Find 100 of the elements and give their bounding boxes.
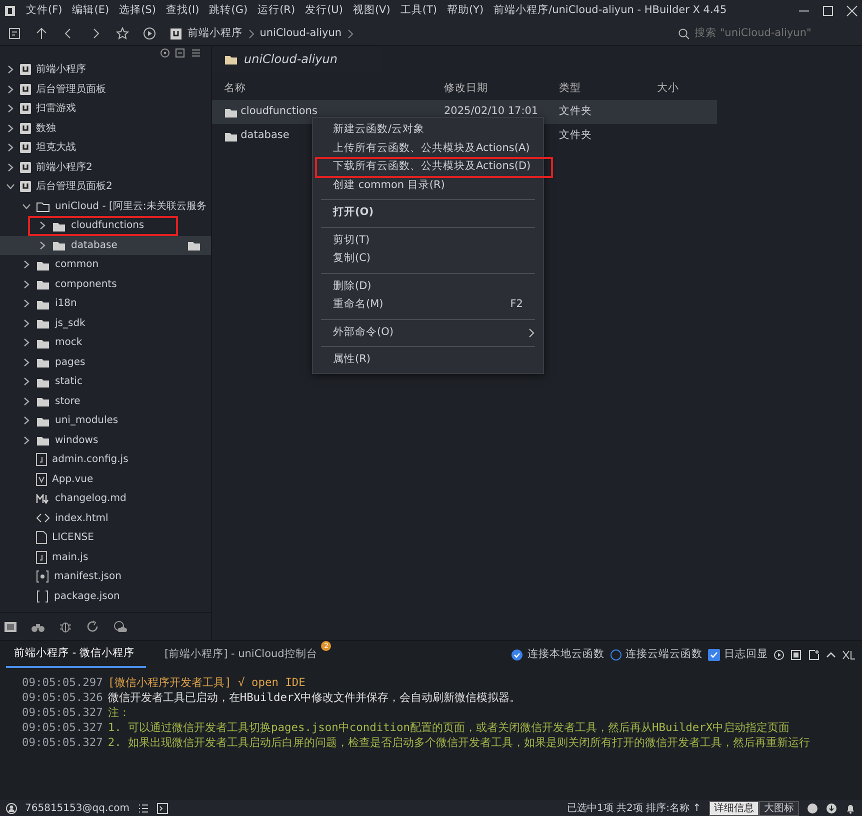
tree-item[interactable]: js_sdk — [55, 316, 86, 331]
terminal-icon[interactable] — [156, 802, 168, 814]
menu-item[interactable]: 选择(S) — [119, 3, 156, 19]
menu-item[interactable]: 发行(U) — [305, 3, 343, 19]
checkbox-checked-icon[interactable] — [708, 649, 720, 661]
menu-option[interactable]: 外部命令(O) — [313, 324, 543, 342]
close-icon[interactable] — [844, 4, 859, 18]
radio-icon[interactable] — [610, 649, 622, 661]
menu-item[interactable]: 文件(F) — [26, 3, 62, 19]
stop-icon[interactable] — [790, 649, 802, 661]
tree-item[interactable]: common — [55, 257, 99, 272]
tree-item[interactable]: admin.config.js — [52, 452, 128, 468]
chevron-right-icon[interactable] — [6, 124, 15, 133]
menu-option[interactable]: 下载所有云函数、公共模块及Actions(D) — [316, 158, 552, 176]
tree-item[interactable]: database — [71, 238, 118, 253]
refresh-icon[interactable] — [86, 620, 99, 633]
chevron-right-icon[interactable] — [6, 65, 15, 74]
chevron-right-icon[interactable] — [38, 240, 47, 250]
option-label[interactable]: 连接云端云函数 — [610, 647, 702, 663]
maximize-icon[interactable] — [820, 4, 835, 18]
bell-icon[interactable] — [845, 802, 856, 814]
option-label[interactable]: 连接本地云函数 — [511, 647, 604, 663]
chevron-right-icon[interactable] — [22, 436, 31, 445]
column-header[interactable]: 类型 — [559, 81, 657, 97]
tree-item[interactable]: main.js — [52, 550, 88, 565]
tree-item[interactable]: 后台管理员面板2 — [36, 179, 112, 194]
file-list-icon[interactable] — [4, 620, 17, 632]
collapse-icon[interactable] — [175, 48, 186, 58]
search-field[interactable]: 搜索 "uniCloud-aliyun" — [678, 24, 822, 42]
chevron-right-icon[interactable] — [6, 162, 15, 172]
chevron-right-icon[interactable] — [6, 84, 15, 94]
chevron-right-icon[interactable] — [6, 143, 15, 152]
view-toggle[interactable]: 详细信息 — [709, 800, 759, 816]
menu-item[interactable]: 视图(V) — [352, 3, 390, 19]
cloud-icon[interactable] — [113, 620, 127, 633]
tree-item[interactable]: App.vue — [52, 472, 94, 487]
file-name[interactable]: database — [240, 128, 290, 144]
file-name[interactable]: cloudfunctions — [240, 104, 318, 120]
chevron-right-icon[interactable] — [6, 104, 15, 114]
column-header[interactable]: 修改日期 — [444, 81, 559, 97]
tree-item[interactable]: mock — [55, 335, 82, 350]
menu-item[interactable]: 编辑(E) — [72, 3, 110, 19]
tree-item[interactable]: i18n — [55, 296, 77, 312]
replay-icon[interactable] — [773, 649, 785, 661]
chevron-right-icon[interactable] — [22, 338, 31, 348]
tree-item[interactable]: pages — [55, 354, 86, 370]
list-icon[interactable] — [138, 802, 148, 814]
tree-item[interactable]: cloudfunctions — [71, 218, 144, 234]
chevron-right-icon[interactable] — [22, 299, 31, 308]
tree-item[interactable]: 前端小程序2 — [36, 160, 92, 175]
download-icon[interactable] — [826, 802, 837, 814]
menu-option[interactable]: 复制(C) — [313, 250, 543, 268]
tree-item[interactable]: 坦克大战 — [36, 140, 76, 156]
menu-option[interactable]: 剪切(T) — [313, 232, 543, 250]
account-email[interactable]: 765815153@qq.com — [25, 800, 130, 816]
menu-option[interactable]: 属性(R) — [313, 351, 543, 370]
menu-icon[interactable] — [190, 48, 200, 58]
tree-item[interactable]: 扫雷游戏 — [36, 101, 76, 116]
tree-item[interactable]: uniCloud - [阿里云:未关联云服务 — [55, 198, 206, 214]
column-header[interactable]: 大小 — [657, 81, 717, 97]
save-icon[interactable] — [8, 27, 21, 40]
new-window-icon[interactable] — [808, 649, 820, 661]
menu-option[interactable]: 创建 common 目录(R) — [313, 176, 543, 195]
tree-item[interactable]: changelog.md — [55, 491, 126, 506]
menu-item[interactable]: 帮助(Y) — [446, 3, 484, 19]
breadcrumb-item[interactable]: uniCloud-aliyun — [260, 26, 342, 42]
chevron-right-icon[interactable] — [38, 221, 47, 230]
tree-item[interactable]: LICENSE — [52, 530, 94, 546]
chevron-down-icon[interactable] — [6, 182, 15, 192]
chevron-right-icon[interactable] — [22, 416, 31, 426]
tree-item[interactable]: windows — [55, 432, 98, 448]
play-icon[interactable] — [143, 27, 156, 40]
chevron-right-icon[interactable] — [22, 280, 31, 289]
chevron-right-icon[interactable] — [22, 358, 31, 367]
tree-item[interactable]: 后台管理员面板 — [36, 82, 106, 97]
menu-option[interactable]: 上传所有云函数、公共模块及Actions(A) — [313, 140, 543, 158]
radio-checked-icon[interactable] — [511, 649, 524, 661]
tree-item[interactable]: components — [55, 276, 117, 292]
menu-option[interactable]: 重命名(M) F2 — [313, 296, 543, 314]
bug-icon[interactable] — [59, 620, 72, 633]
menu-item[interactable]: 查找(I) — [166, 3, 200, 19]
view-toggle[interactable]: 大图标 — [759, 800, 799, 816]
target-icon[interactable] — [160, 48, 170, 58]
tree-item[interactable]: 数独 — [36, 120, 56, 136]
menu-option[interactable]: 删除(D) — [313, 278, 543, 296]
menu-item[interactable]: 运行(R) — [258, 3, 296, 19]
star-icon[interactable] — [116, 27, 129, 40]
menu-option[interactable]: 打开(O) — [313, 204, 543, 222]
chevron-right-icon[interactable] — [22, 260, 31, 270]
chevron-right-icon[interactable] — [22, 318, 31, 328]
chevron-right-icon[interactable] — [22, 377, 31, 386]
column-header[interactable]: 名称 — [224, 81, 444, 97]
chevron-right-icon[interactable] — [22, 396, 31, 406]
option-label[interactable]: 日志回显 — [708, 647, 768, 663]
tree-item[interactable]: static — [55, 374, 82, 390]
menu-item[interactable]: 跳转(G) — [209, 3, 248, 19]
console-tab[interactable]: 前端小程序 - 微信小程序 — [6, 642, 146, 668]
tree-item[interactable]: index.html — [55, 510, 108, 526]
tree-item[interactable]: 前端小程序 — [36, 62, 86, 78]
close-panel-icon[interactable] — [842, 649, 856, 661]
